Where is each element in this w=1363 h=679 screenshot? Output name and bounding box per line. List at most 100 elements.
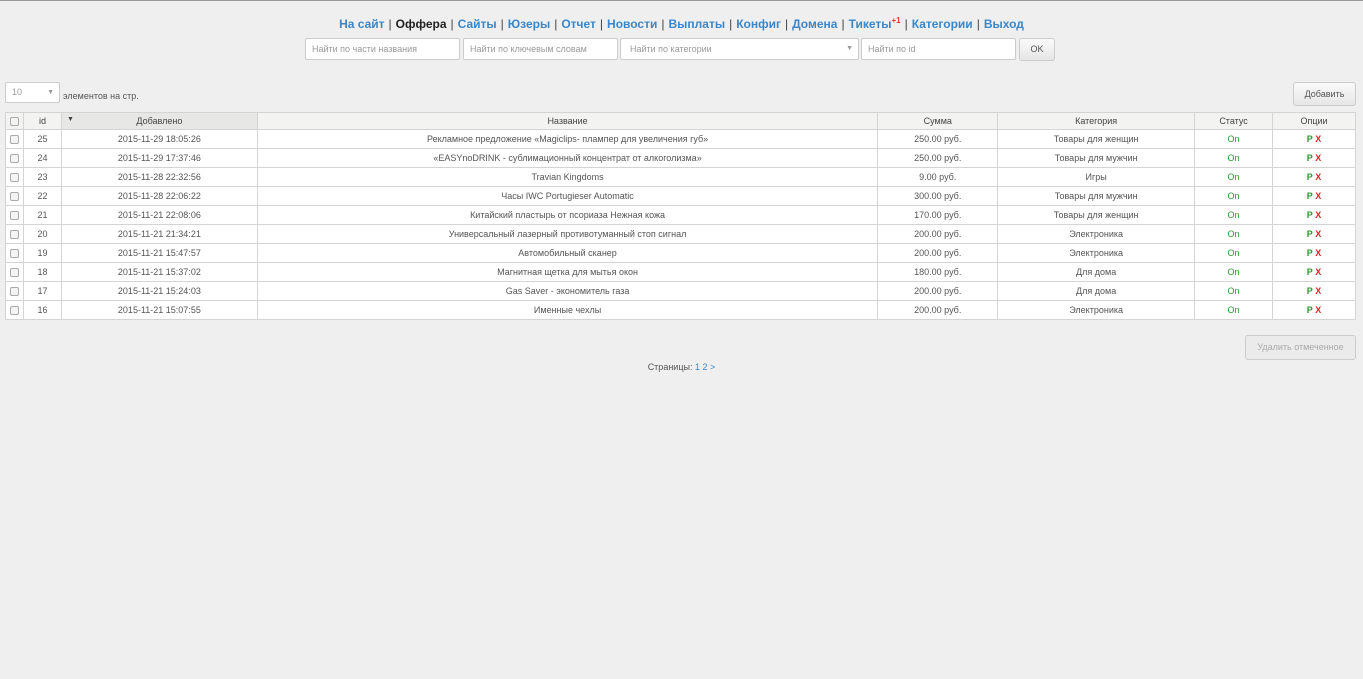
category-select[interactable]: Найти по категории ▼ bbox=[620, 38, 859, 60]
cell-status[interactable]: On bbox=[1194, 186, 1274, 206]
search-id-input[interactable]: Найти по id bbox=[861, 38, 1016, 60]
cell-sum: 250.00 руб. bbox=[877, 148, 999, 168]
row-checkbox[interactable] bbox=[9, 268, 19, 278]
delete-link[interactable]: X bbox=[1315, 191, 1321, 201]
cell-category: Для дома bbox=[997, 281, 1196, 301]
delete-link[interactable]: X bbox=[1315, 267, 1321, 277]
nav-separator: | bbox=[388, 17, 392, 31]
cell-category: Электроника bbox=[997, 243, 1196, 263]
cell-status[interactable]: On bbox=[1194, 205, 1274, 225]
header-id[interactable]: id bbox=[22, 112, 62, 130]
nav-separator: | bbox=[450, 17, 454, 31]
delete-selected-button[interactable]: Удалить отмеченное bbox=[1245, 335, 1356, 360]
select-all-checkbox[interactable] bbox=[9, 117, 19, 127]
nav-item[interactable]: Новости bbox=[607, 17, 657, 31]
edit-link[interactable]: P bbox=[1307, 191, 1313, 201]
cell-date: 2015-11-21 22:08:06 bbox=[60, 205, 258, 225]
nav-item-label: Категории bbox=[911, 17, 973, 31]
edit-link[interactable]: P bbox=[1307, 267, 1313, 277]
cell-id: 25 bbox=[22, 129, 62, 149]
header-sum[interactable]: Сумма bbox=[877, 112, 999, 130]
edit-link[interactable]: P bbox=[1307, 229, 1313, 239]
cell-status[interactable]: On bbox=[1194, 129, 1274, 149]
cell-options: P X bbox=[1272, 186, 1356, 206]
per-page-value: 10 bbox=[12, 87, 23, 97]
cell-date: 2015-11-21 15:24:03 bbox=[60, 281, 258, 301]
cell-status[interactable]: On bbox=[1194, 300, 1274, 320]
nav-item[interactable]: Домена bbox=[792, 17, 837, 31]
cell-status[interactable]: On bbox=[1194, 224, 1274, 244]
search-name-input[interactable]: Найти по части названия bbox=[305, 38, 460, 60]
cell-options: P X bbox=[1272, 167, 1356, 187]
delete-link[interactable]: X bbox=[1315, 248, 1321, 258]
table-header-row: id ▼ Добавлено Название Сумма Категория С… bbox=[5, 112, 1356, 130]
edit-link[interactable]: P bbox=[1307, 134, 1313, 144]
nav-item[interactable]: Конфиг bbox=[736, 17, 781, 31]
row-checkbox[interactable] bbox=[9, 135, 19, 145]
header-category[interactable]: Категория bbox=[997, 112, 1196, 130]
edit-link[interactable]: P bbox=[1307, 153, 1313, 163]
nav-item-label: Юзеры bbox=[507, 17, 551, 31]
cell-status[interactable]: On bbox=[1194, 243, 1274, 263]
header-status[interactable]: Статус bbox=[1194, 112, 1274, 130]
page-link-2[interactable]: 2 bbox=[703, 362, 708, 372]
delete-link[interactable]: X bbox=[1315, 172, 1321, 182]
header-name[interactable]: Название bbox=[256, 112, 879, 130]
row-checkbox[interactable] bbox=[9, 154, 19, 164]
nav-item[interactable]: Юзеры bbox=[508, 17, 550, 31]
cell-status[interactable]: On bbox=[1194, 167, 1274, 187]
row-select-cell bbox=[5, 129, 24, 149]
cell-date: 2015-11-21 15:37:02 bbox=[60, 262, 258, 282]
nav-item[interactable]: Сайты bbox=[458, 17, 497, 31]
edit-link[interactable]: P bbox=[1307, 172, 1313, 182]
per-page-select[interactable]: 10 ▼ bbox=[5, 82, 60, 103]
delete-link[interactable]: X bbox=[1315, 153, 1321, 163]
offers-table: id ▼ Добавлено Название Сумма Категория С… bbox=[5, 112, 1356, 320]
row-checkbox[interactable] bbox=[9, 211, 19, 221]
edit-link[interactable]: P bbox=[1307, 305, 1313, 315]
nav-item[interactable]: Тикеты+1 bbox=[849, 16, 901, 31]
row-select-cell bbox=[5, 186, 24, 206]
cell-date: 2015-11-29 17:37:46 bbox=[60, 148, 258, 168]
delete-link[interactable]: X bbox=[1315, 305, 1321, 315]
cell-id: 20 bbox=[22, 224, 62, 244]
delete-link[interactable]: X bbox=[1315, 134, 1321, 144]
table-row: 22 2015-11-28 22:06:22 Часы IWC Portugie… bbox=[5, 186, 1356, 206]
header-added[interactable]: ▼ Добавлено bbox=[60, 112, 258, 130]
page-next[interactable]: > bbox=[710, 362, 715, 372]
cell-options: P X bbox=[1272, 205, 1356, 225]
nav-item[interactable]: Выход bbox=[984, 17, 1024, 31]
cell-status[interactable]: On bbox=[1194, 148, 1274, 168]
cell-options: P X bbox=[1272, 262, 1356, 282]
edit-link[interactable]: P bbox=[1307, 248, 1313, 258]
row-select-cell bbox=[5, 224, 24, 244]
row-checkbox[interactable] bbox=[9, 287, 19, 297]
nav-item[interactable]: На сайт bbox=[339, 17, 384, 31]
row-checkbox[interactable] bbox=[9, 306, 19, 316]
nav-separator: | bbox=[784, 17, 789, 31]
edit-link[interactable]: P bbox=[1307, 210, 1313, 220]
search-keywords-input[interactable]: Найти по ключевым словам bbox=[463, 38, 618, 60]
delete-link[interactable]: X bbox=[1315, 210, 1321, 220]
delete-link[interactable]: X bbox=[1315, 229, 1321, 239]
row-checkbox[interactable] bbox=[9, 192, 19, 202]
pagination-label: Страницы: bbox=[647, 362, 693, 372]
row-checkbox[interactable] bbox=[9, 230, 19, 240]
row-checkbox[interactable] bbox=[9, 173, 19, 183]
nav-item-label: Домена bbox=[792, 17, 838, 31]
nav-item[interactable]: Отчет bbox=[561, 17, 596, 31]
delete-link[interactable]: X bbox=[1315, 286, 1321, 296]
cell-status[interactable]: On bbox=[1194, 281, 1274, 301]
cell-sum: 200.00 руб. bbox=[877, 281, 999, 301]
edit-link[interactable]: P bbox=[1307, 286, 1313, 296]
nav-item[interactable]: Категории bbox=[912, 17, 973, 31]
nav-separator: | bbox=[904, 17, 908, 31]
add-button[interactable]: Добавить bbox=[1293, 82, 1356, 106]
ok-button[interactable]: OK bbox=[1019, 38, 1055, 61]
category-select-value: Найти по категории bbox=[630, 44, 712, 54]
cell-status[interactable]: On bbox=[1194, 262, 1274, 282]
nav-item[interactable]: Выплаты bbox=[668, 17, 725, 31]
row-checkbox[interactable] bbox=[9, 249, 19, 259]
nav-item[interactable]: Оффера bbox=[396, 17, 447, 31]
nav-item-label: На сайт bbox=[339, 17, 385, 31]
